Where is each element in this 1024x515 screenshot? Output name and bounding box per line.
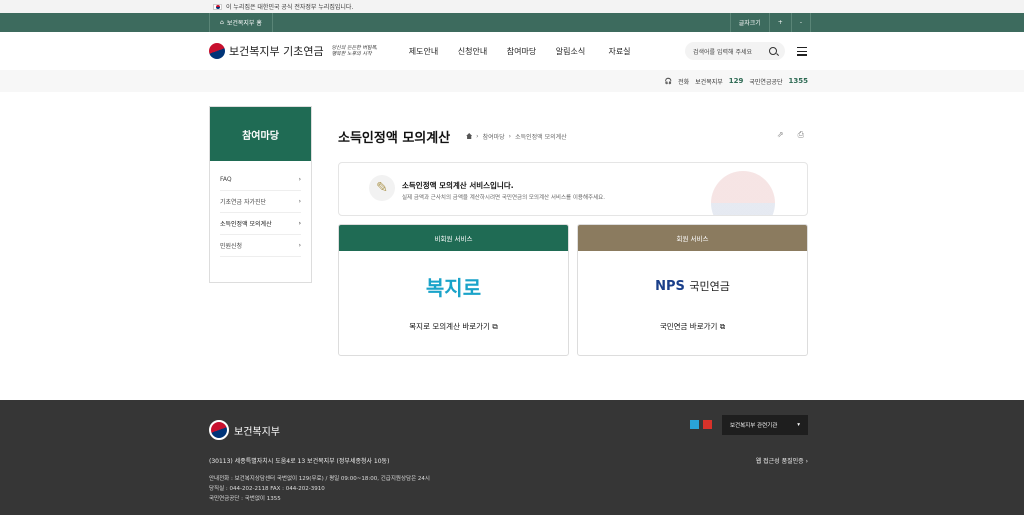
nps-card[interactable]: 회원 서비스 NPS 국민연금 국민연금 바로가기 ⧉ [577,224,808,356]
footer-info: 안내전화 : 보건복지상담센터 국번없이 129(무료) / 평일 09:00~… [209,474,430,504]
chevron-right-icon: › [298,198,301,205]
nps-number: 1355 [788,77,808,85]
search-icon[interactable] [769,47,777,55]
related-sites-select[interactable]: 보건복지부 관련기관 ▾ [722,415,808,435]
nps-logo-mark: NPS [655,279,685,294]
bokjiro-card[interactable]: 비회원 서비스 복지로 복지로 모의계산 바로가기 ⧉ [338,224,569,356]
footer-logo: 보건복지부 [209,420,280,440]
phone-label: 전화 [678,78,690,86]
nav-item-news[interactable]: 알림소식 [546,46,595,57]
side-nav-label: 민원신청 [220,243,243,250]
site-footer: 보건복지부 보건복지부 관련기관 ▾ (30113) 세종특별자치시 도움4로 … [0,400,1024,515]
mohw-label: 보건복지부 [695,78,723,86]
footer-address: (30113) 세종특별자치시 도움4로 13 보건복지부 (정부세종청사 10… [209,458,390,465]
accessibility-label: 웹 접근성 품질인증 [755,458,804,465]
side-nav-item-simulation[interactable]: 소득인정액 모의계산 › [220,213,301,235]
bokjiro-link[interactable]: 복지로 모의계산 바로가기 ⧉ [339,321,568,332]
menu-icon[interactable] [797,47,807,58]
taeguk-icon [209,420,229,440]
search-placeholder: 검색어를 입력해 주세요 [693,48,753,56]
side-nav-label: 기초연금 자가진단 [220,199,267,206]
nav-item-library[interactable]: 자료실 [595,46,644,57]
side-nav-title: 참여마당 [210,107,311,161]
nav-item-system[interactable]: 제도안내 [399,46,448,57]
chevron-right-icon: › [298,242,301,249]
mohw-home-link[interactable]: ⌂ 보건복지부 홈 [209,13,273,32]
logo-text: 보건복지부 기초연금 [229,45,324,58]
taeguk-icon [209,43,225,59]
mohw-home-label: 보건복지부 홈 [226,20,262,27]
caret-down-icon: ▾ [797,422,800,428]
main-nav: 제도안내 신청안내 참여마당 알림소식 자료실 [399,46,644,57]
external-link-icon: ⧉ [492,322,498,331]
search-input[interactable]: 검색어를 입력해 주세요 [685,42,785,60]
main-content: 소득인정액 모의계산 › 참여마당 › 소득인정액 모의계산 ⇗ ⎙ ✎ 소득인… [338,122,808,356]
nav-item-participate[interactable]: 참여마당 [497,46,546,57]
taeguk-watermark-icon [711,171,775,215]
nps-link-label: 국민연금 바로가기 [659,322,718,331]
nav-item-apply[interactable]: 신청안내 [448,46,497,57]
breadcrumb: › 참여마당 › 소득인정액 모의계산 [466,132,567,141]
logo-slogan: 당신의 든든한 버팀목, 행복한 노후의 시작 [332,45,378,57]
chevron-right-icon: › [298,220,301,227]
related-sites-label: 보건복지부 관련기관 [730,423,778,429]
youtube-icon[interactable] [703,420,712,429]
side-nav-item-self-check[interactable]: 기초연금 자가진단 › [220,191,301,213]
info-title: 소득인정액 모의계산 서비스입니다. [402,181,514,190]
bokjiro-logo: 복지로 [425,275,482,300]
card-header: 회원 서비스 [578,225,807,251]
footer-logo-text: 보건복지부 [234,426,280,438]
nps-label: 국민연금공단 [749,78,783,86]
contact-bar: 🎧 전화 보건복지부 129 국민연금공단 1355 [0,70,1024,92]
korea-flag-icon [213,3,222,10]
accessibility-link[interactable]: 웹 접근성 품질인증 › [756,456,808,465]
breadcrumb-item[interactable]: 소득인정액 모의계산 [515,132,567,141]
side-nav-label: FAQ [220,176,232,183]
font-increase-button[interactable]: + [768,13,791,32]
nps-logo: NPS 국민연금 [655,278,730,294]
site-header: 보건복지부 기초연금 당신의 든든한 버팀목, 행복한 노후의 시작 제도안내 … [0,32,1024,70]
mohw-number: 129 [728,77,744,85]
footer-info-line: 안내전화 : 보건복지상담센터 국번없이 129(무료) / 평일 09:00~… [209,476,430,482]
headset-icon: 🎧 [664,77,673,85]
font-size-label: 글자크기 [729,13,769,32]
side-nav-item-faq[interactable]: FAQ › [220,169,301,191]
gov-banner: 이 누리집은 대한민국 공식 전자정부 누리집입니다. [0,0,1024,13]
gov-banner-text: 이 누리집은 대한민국 공식 전자정부 누리집입니다. [226,4,354,11]
nps-link[interactable]: 국민연금 바로가기 ⧉ [578,321,807,332]
page-title: 소득인정액 모의계산 [338,130,451,146]
nps-logo-text: 국민연금 [689,280,730,293]
info-desc: 실제 금액과 근사치의 금액을 계산하시려면 국민연금의 모의계산 서비스를 이… [402,195,605,201]
side-nav-label: 소득인정액 모의계산 [220,221,272,228]
footer-info-line: 국민연금공단 : 국번없이 1355 [209,496,281,502]
info-box: ✎ 소득인정액 모의계산 서비스입니다. 실제 금액과 근사치의 금액을 계산하… [338,162,808,216]
home-icon: ⌂ [220,19,224,26]
site-logo[interactable]: 보건복지부 기초연금 당신의 든든한 버팀목, 행복한 노후의 시작 [209,43,399,59]
breadcrumb-item[interactable]: 참여마당 [483,132,505,141]
calculator-icon: ✎ [369,175,395,201]
side-nav-item-civil[interactable]: 민원신청 › [220,235,301,257]
chevron-right-icon: › [298,176,301,183]
external-link-icon: ⧉ [719,322,726,331]
footer-info-line: 당직실 : 044-202-2118 FAX : 044-202-3910 [209,486,325,492]
print-icon[interactable]: ⎙ [798,130,804,140]
bokjiro-link-label: 복지로 모의계산 바로가기 [409,322,490,331]
logo-slogan-line-2: 행복한 노후의 시작 [331,51,372,57]
home-icon[interactable] [466,133,473,139]
card-header: 비회원 서비스 [339,225,568,251]
utility-bar: ⌂ 보건복지부 홈 글자크기 + - [0,13,1024,32]
share-icon[interactable]: ⇗ [777,130,784,140]
side-nav: 참여마당 FAQ › 기초연금 자가진단 › 소득인정액 모의계산 › 민원신청 › [209,106,312,283]
font-decrease-button[interactable]: - [790,13,811,32]
blog-icon[interactable] [690,420,699,429]
